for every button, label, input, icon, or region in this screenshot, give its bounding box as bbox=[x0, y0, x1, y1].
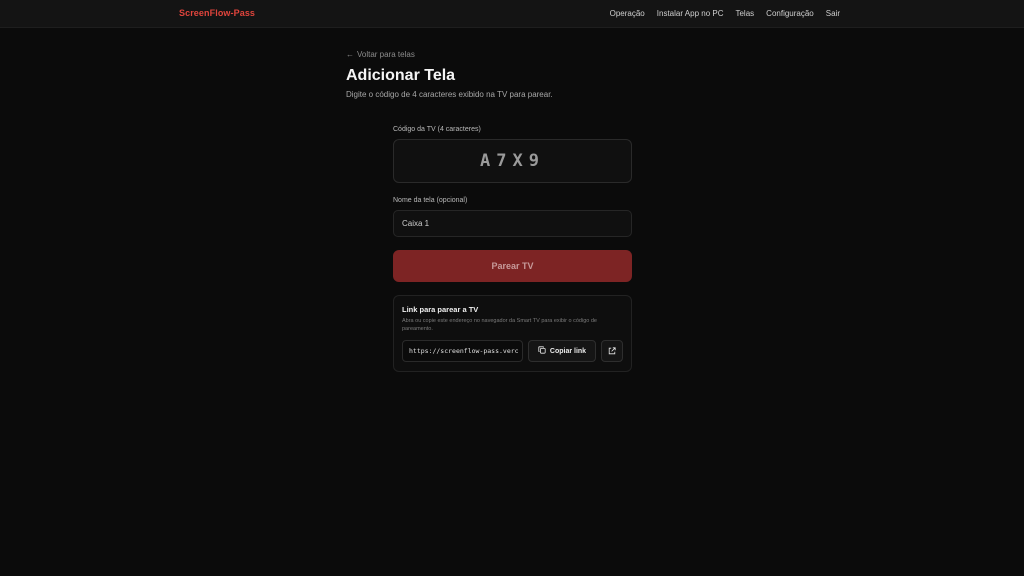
external-link-icon bbox=[608, 342, 616, 360]
pair-tv-button[interactable]: Parear TV bbox=[393, 250, 632, 282]
screen-name-input[interactable] bbox=[393, 210, 632, 237]
open-link-button[interactable] bbox=[601, 340, 623, 362]
nav-links: Operação Instalar App no PC Telas Config… bbox=[610, 9, 840, 18]
link-card-title: Link para parear a TV bbox=[402, 305, 479, 314]
pairing-link-card: Link para parear a TV Abra ou copie este… bbox=[393, 295, 632, 372]
page-subtitle: Digite o código de 4 caracteres exibido … bbox=[346, 90, 553, 99]
nav-item-sair[interactable]: Sair bbox=[826, 9, 840, 18]
brand-logo[interactable]: ScreenFlow-Pass bbox=[179, 8, 255, 18]
tv-code-input[interactable]: A7X9 bbox=[393, 139, 632, 183]
copy-link-label: Copiar link bbox=[549, 347, 587, 355]
pairing-url-field[interactable]: https://screenflow-pass.verc bbox=[402, 340, 523, 362]
nav-item-instalar-app[interactable]: Instalar App no PC bbox=[657, 9, 724, 18]
page-title: Adicionar Tela bbox=[346, 67, 456, 84]
arrow-left-icon: ← bbox=[346, 50, 354, 59]
top-navbar: ScreenFlow-Pass Operação Instalar App no… bbox=[0, 0, 1024, 28]
link-card-description: Abra ou copie este endereço no navegador… bbox=[402, 318, 597, 332]
nav-item-configuracao[interactable]: Configuração bbox=[766, 9, 814, 18]
back-link-label: Voltar para telas bbox=[357, 50, 415, 59]
nav-item-telas[interactable]: Telas bbox=[735, 9, 754, 18]
back-link[interactable]: ← Voltar para telas bbox=[346, 50, 636, 59]
nav-item-operacao[interactable]: Operação bbox=[610, 9, 645, 18]
copy-icon bbox=[538, 346, 546, 356]
code-field-label: Código da TV (4 caracteres) bbox=[393, 126, 481, 133]
name-field-label: Nome da tela (opcional) bbox=[393, 197, 468, 204]
page-header: ← Voltar para telas Adicionar Tela Digit… bbox=[346, 50, 636, 99]
copy-link-button[interactable]: Copiar link bbox=[528, 340, 596, 362]
